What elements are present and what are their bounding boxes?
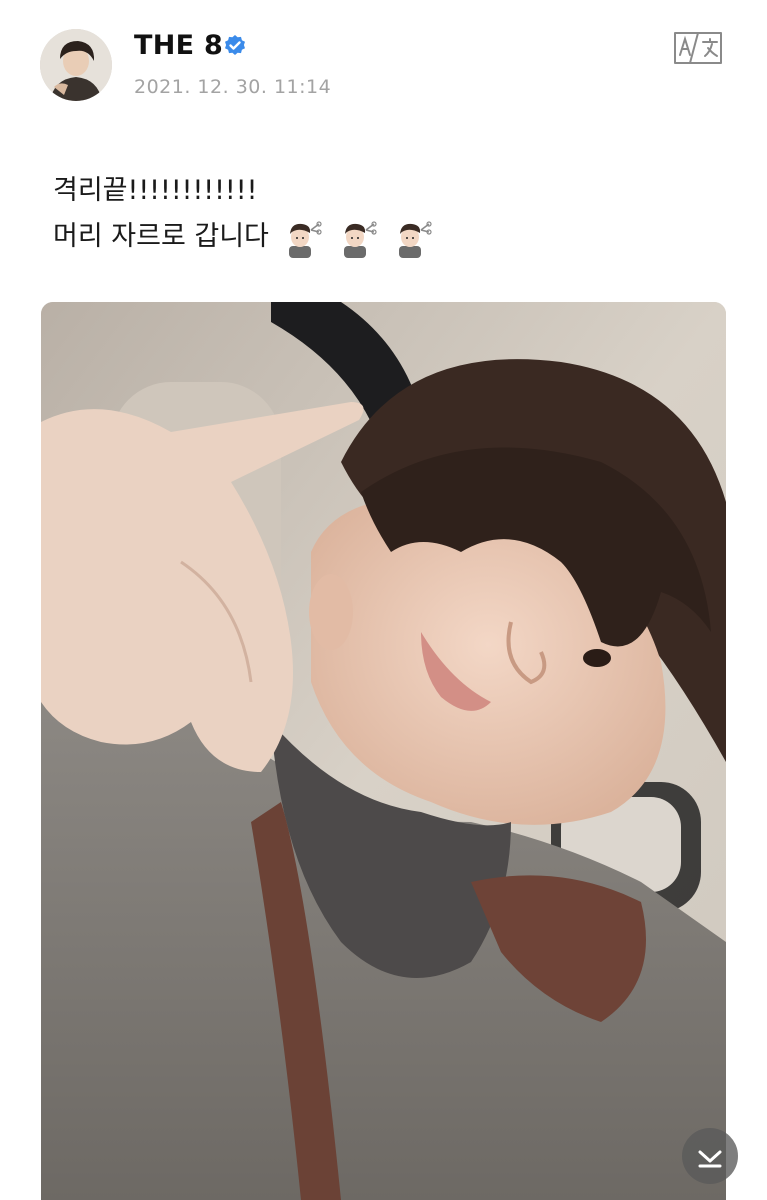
post-page: THE 8 2021. 12. 30. 11:14 격리끝!!!!!!!!!!!…	[0, 0, 767, 1200]
man-getting-haircut-icon	[289, 221, 323, 258]
scroll-down-button[interactable]	[682, 1128, 738, 1184]
post-timestamp: 2021. 12. 30. 11:14	[134, 76, 332, 98]
post-text-line-1: 격리끝!!!!!!!!!!!!	[53, 175, 258, 206]
man-getting-haircut-icon	[398, 221, 432, 258]
author-avatar[interactable]	[40, 29, 112, 101]
translate-icon	[674, 32, 722, 64]
author-name[interactable]: THE 8	[134, 30, 223, 61]
chevron-down-icon	[698, 1150, 722, 1168]
post-text-line-2: 머리 자르로 갑니다	[53, 214, 439, 261]
post-photo[interactable]	[41, 302, 726, 1200]
selfie-photo-icon	[41, 302, 726, 1200]
translate-button[interactable]	[670, 28, 726, 68]
emoji-group	[283, 215, 438, 261]
man-getting-haircut-icon	[344, 221, 377, 258]
verified-badge-icon	[225, 35, 245, 55]
user-avatar-icon	[40, 29, 112, 101]
post-body: 격리끝!!!!!!!!!!!! 머리 자르로 갑니다	[53, 168, 439, 261]
post-text-line-2-text: 머리 자르로 갑니다	[53, 221, 269, 252]
